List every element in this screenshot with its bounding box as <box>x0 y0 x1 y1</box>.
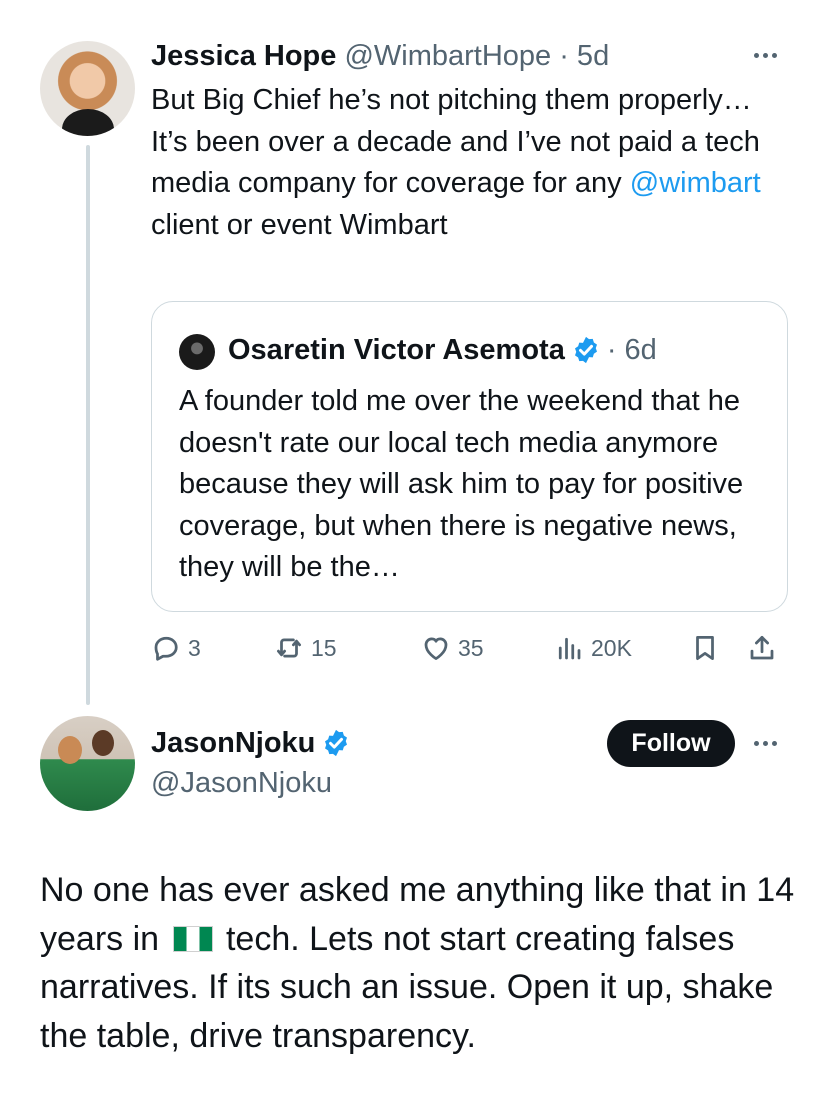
nigeria-flag-icon <box>172 925 213 952</box>
heart-icon <box>424 637 448 660</box>
avatar-osaretin <box>179 334 215 370</box>
follow-button[interactable]: Follow <box>607 720 735 767</box>
quoted-time: · 6d <box>606 334 657 366</box>
quoted-author-name: Osaretin Victor Asemota <box>228 334 565 366</box>
author-handle-time[interactable]: @WimbartHope · 5d <box>344 40 609 72</box>
views-button[interactable]: 20K <box>554 628 632 668</box>
views-count: 20K <box>591 634 632 661</box>
repost-icon <box>277 638 301 658</box>
more-options-icon[interactable] <box>754 50 784 60</box>
tweet-header: Jessica Hope @WimbartHope · 5d <box>151 38 609 74</box>
reply-author-name-row[interactable]: JasonNjoku <box>151 724 351 762</box>
mention-link[interactable]: @wimbart <box>630 167 761 199</box>
bookmark-icon <box>696 636 714 660</box>
like-button[interactable]: 35 <box>421 628 484 668</box>
repost-button[interactable]: 15 <box>274 628 337 668</box>
tweet-text: But Big Chief he’s not pitching them pro… <box>151 80 791 246</box>
tweet-action-bar: 3 15 35 20K <box>151 628 788 668</box>
verified-badge-icon <box>574 336 597 364</box>
share-icon <box>750 636 774 660</box>
tweet-text-part-2: client or event Wimbart <box>151 208 448 241</box>
views-chart-icon <box>558 637 581 660</box>
avatar-jason-njoku[interactable] <box>40 716 135 811</box>
more-options-icon[interactable] <box>754 738 784 748</box>
avatar-jessica-hope[interactable] <box>40 41 135 136</box>
quoted-tweet-card[interactable]: Osaretin Victor Asemota · 6d A founder t… <box>151 301 788 612</box>
verified-badge-icon <box>325 729 348 757</box>
reply-author-handle[interactable]: @JasonNjoku <box>151 765 332 801</box>
reply-count: 3 <box>188 634 201 661</box>
reply-button[interactable]: 3 <box>151 628 201 668</box>
share-button[interactable] <box>747 628 777 668</box>
reply-icon <box>154 636 178 661</box>
repost-count: 15 <box>311 634 337 661</box>
reply-author-name[interactable]: JasonNjoku <box>151 724 315 762</box>
thread-connector-line <box>86 145 90 705</box>
like-count: 35 <box>458 634 484 661</box>
reply-tweet-text: No one has ever asked me anything like t… <box>40 866 800 1060</box>
quoted-tweet-header: Osaretin Victor Asemota · 6d <box>228 330 657 370</box>
author-name[interactable]: Jessica Hope <box>151 40 336 72</box>
quoted-tweet-text: A founder told me over the weekend that … <box>179 385 744 583</box>
bookmark-button[interactable] <box>690 628 720 668</box>
